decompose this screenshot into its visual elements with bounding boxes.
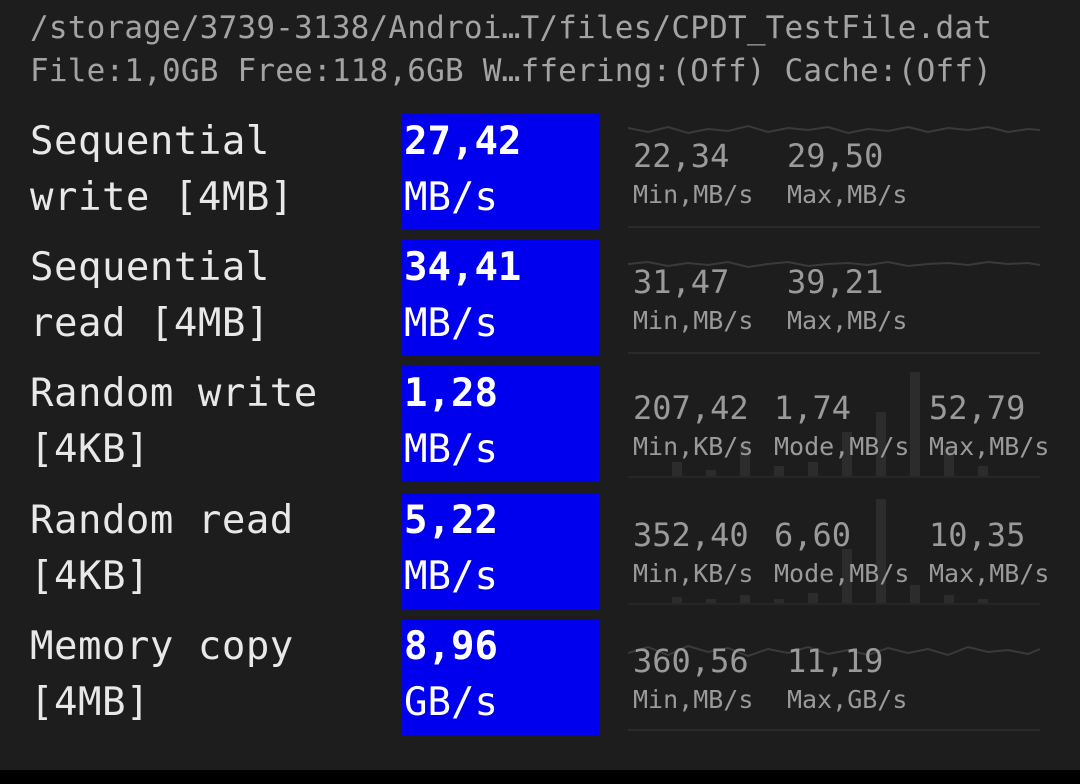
result-unit: MB/s xyxy=(404,301,498,346)
test-row-sequential-write: Sequential write [4MB] 27,42 MB/s 22,34 … xyxy=(0,114,1080,230)
stat-label: Min,MB/s xyxy=(633,685,754,714)
stat-min: 352,40 Min,KB/s xyxy=(633,515,773,592)
result-unit: MB/s xyxy=(404,554,498,599)
histogram-bar xyxy=(978,599,988,603)
file-info-header: File:1,0GB Free:118,6GB W…ffering:(Off) … xyxy=(30,53,993,89)
test-name: Random read [4KB] xyxy=(30,498,294,599)
stat-min: 207,42 Min,KB/s xyxy=(633,388,773,465)
stat-label: Max,MB/s xyxy=(787,306,908,335)
result-box: 1,28 MB/s xyxy=(402,366,599,482)
result-box: 5,22 MB/s xyxy=(402,493,599,609)
result-box: 34,41 MB/s xyxy=(402,240,599,356)
stat-max: 52,79 Max,MB/s xyxy=(929,388,1069,465)
stat-min: 22,34 Min,MB/s xyxy=(633,136,773,213)
test-row-sequential-read: Sequential read [4MB] 34,41 MB/s 31,47 M… xyxy=(0,240,1080,356)
stat-max: 11,19 Max,GB/s xyxy=(787,641,927,718)
histogram-bar xyxy=(978,466,988,476)
result-value: 1,28 xyxy=(404,371,498,416)
result-value: 8,96 xyxy=(404,624,498,669)
stat-num: 31,47 xyxy=(633,263,730,301)
histogram-bar xyxy=(706,470,716,476)
stat-label: Max,MB/s xyxy=(787,180,908,209)
stat-label: Min,KB/s xyxy=(633,559,754,588)
stat-num: 52,79 xyxy=(929,389,1026,427)
stat-mode: 6,60 Mode,MB/s xyxy=(774,515,914,592)
test-name: Random write [4KB] xyxy=(30,371,318,472)
stat-num: 10,35 xyxy=(929,516,1026,554)
stat-label: Max,MB/s xyxy=(929,559,1050,588)
stat-label: Max,MB/s xyxy=(929,432,1050,461)
stat-min: 360,56 Min,MB/s xyxy=(633,641,773,718)
test-name: Memory copy [4MB] xyxy=(30,624,294,725)
file-path-header: /storage/3739-3138/Androi…T/files/CPDT_T… xyxy=(30,10,993,46)
stat-label: Min,MB/s xyxy=(633,180,754,209)
result-unit: GB/s xyxy=(404,680,498,725)
test-row-random-read: Random read [4KB] 5,22 MB/s 352,40 Min,K xyxy=(0,493,1080,609)
stat-label: Min,KB/s xyxy=(633,432,754,461)
result-value: 34,41 xyxy=(404,245,522,290)
result-unit: MB/s xyxy=(404,427,498,472)
stat-num: 22,34 xyxy=(633,137,730,175)
stat-max: 29,50 Max,MB/s xyxy=(787,136,927,213)
histogram-bar xyxy=(774,466,784,476)
histogram-bar xyxy=(706,599,716,603)
result-unit: MB/s xyxy=(404,175,498,220)
stat-label: Max,GB/s xyxy=(787,685,908,714)
test-row-random-write: Random write [4KB] 1,28 MB/s 207,42 Min, xyxy=(0,366,1080,482)
stat-label: Min,MB/s xyxy=(633,306,754,335)
result-box: 27,42 MB/s xyxy=(402,114,599,230)
test-name: Sequential write [4MB] xyxy=(30,119,294,220)
result-box: 8,96 GB/s xyxy=(402,619,599,735)
stat-num: 11,19 xyxy=(787,642,884,680)
test-name: Sequential read [4MB] xyxy=(30,245,270,346)
speed-line xyxy=(628,124,1040,135)
stat-num: 352,40 xyxy=(633,516,749,554)
benchmark-screen: /storage/3739-3138/Androi…T/files/CPDT_T… xyxy=(0,0,1080,770)
stat-max: 10,35 Max,MB/s xyxy=(929,515,1069,592)
stat-max: 39,21 Max,MB/s xyxy=(787,262,927,339)
stat-num: 1,74 xyxy=(774,389,852,427)
stat-num: 360,56 xyxy=(633,642,749,680)
stat-num: 207,42 xyxy=(633,389,749,427)
histogram-bar xyxy=(672,597,682,603)
stat-mode: 1,74 Mode,MB/s xyxy=(774,388,914,465)
histogram-bar xyxy=(808,593,818,603)
stat-num: 39,21 xyxy=(787,263,884,301)
stat-num: 6,60 xyxy=(774,516,852,554)
stat-label: Mode,MB/s xyxy=(774,432,910,461)
histogram-bar xyxy=(774,599,784,603)
result-value: 5,22 xyxy=(404,498,498,543)
histogram-bar xyxy=(740,595,750,603)
stat-label: Mode,MB/s xyxy=(774,559,910,588)
test-row-memory-copy: Memory copy [4MB] 8,96 GB/s 360,56 Min,M… xyxy=(0,619,1080,735)
stat-min: 31,47 Min,MB/s xyxy=(633,262,773,339)
stat-num: 29,50 xyxy=(787,137,884,175)
result-value: 27,42 xyxy=(404,119,522,164)
histogram-bar xyxy=(944,595,954,603)
